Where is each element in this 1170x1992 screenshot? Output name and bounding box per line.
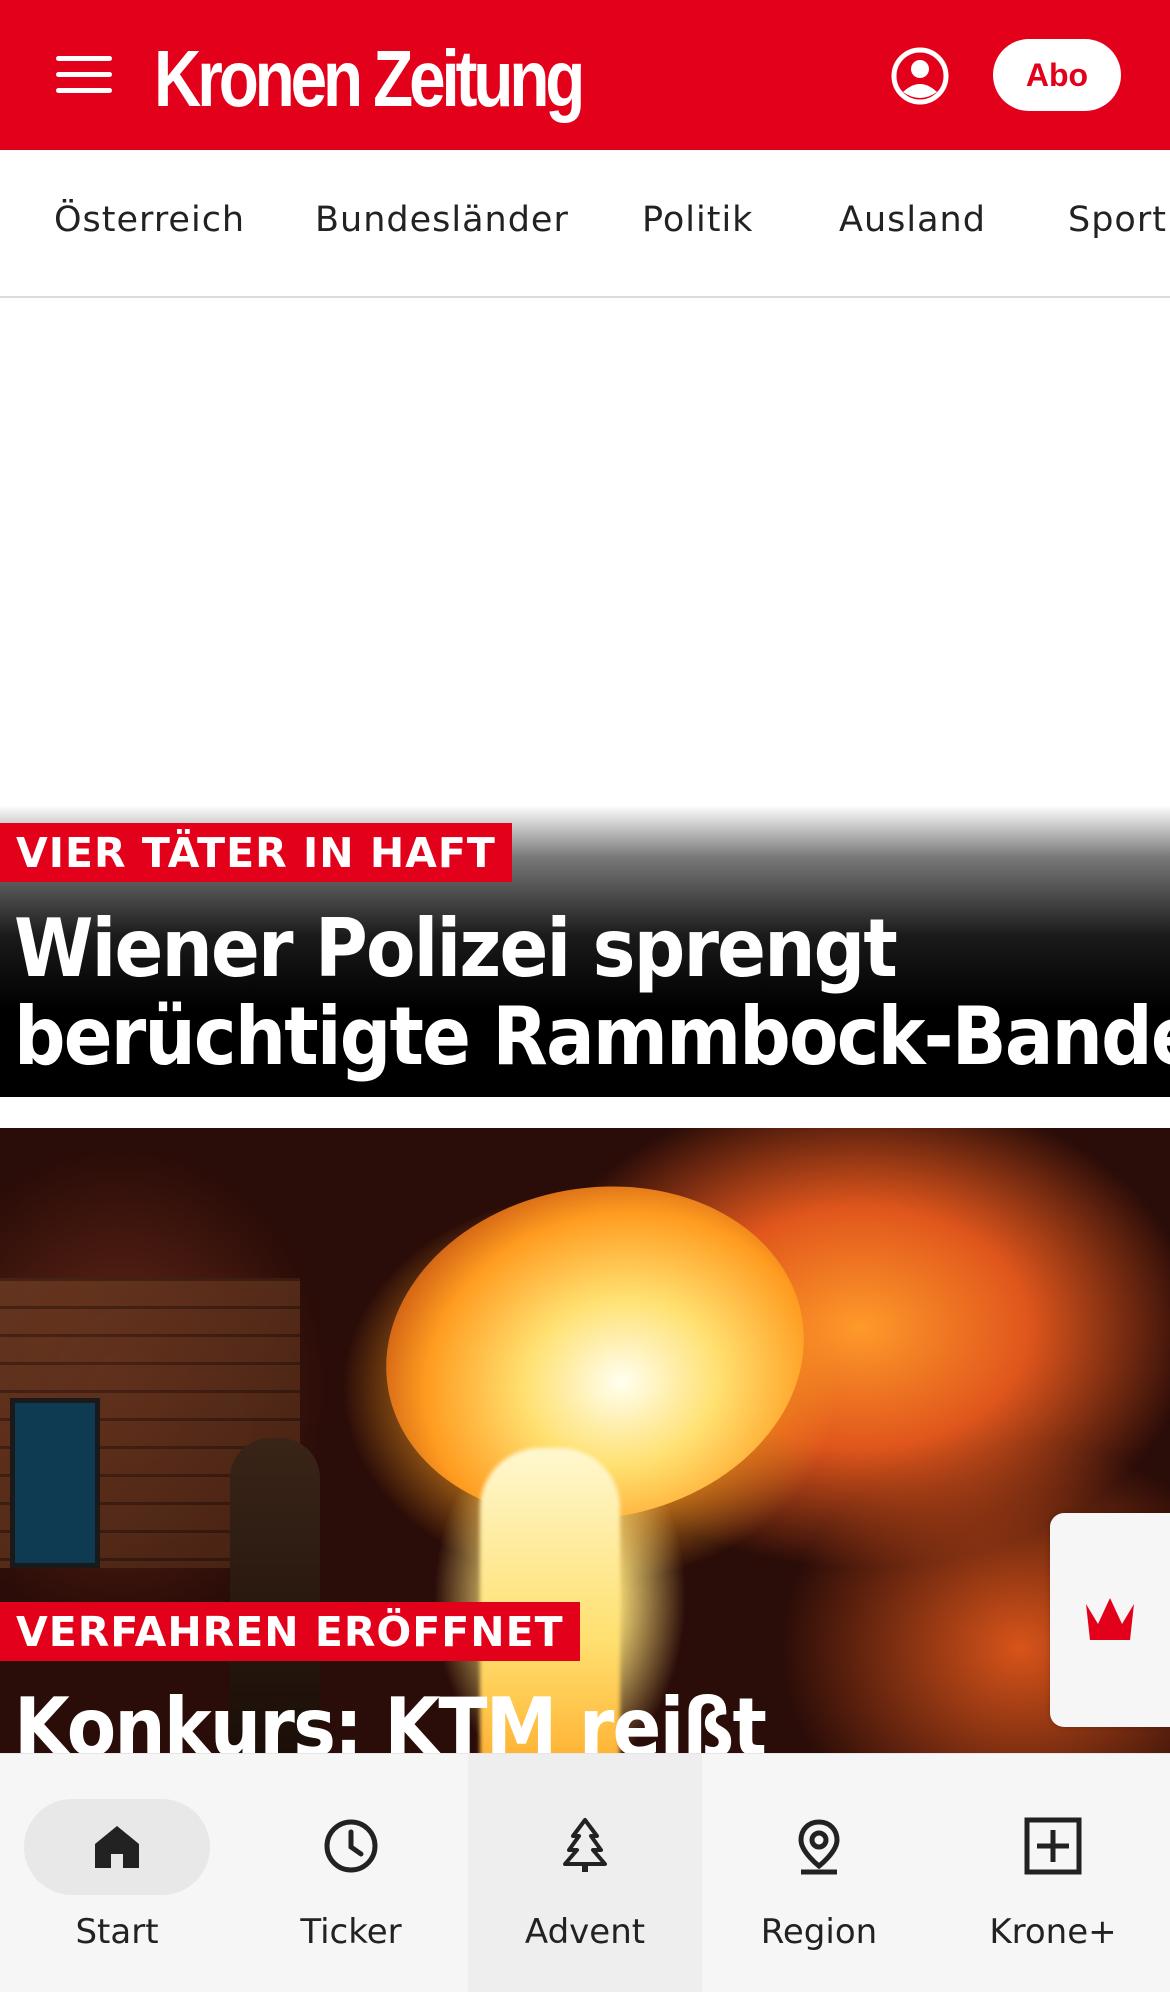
category-politik[interactable]: Politik [642, 200, 753, 240]
abo-button[interactable]: Abo [993, 39, 1121, 111]
nav-label: Krone+ [989, 1912, 1117, 1952]
article-card-1[interactable]: VIER TÄTER IN HAFT Wiener Polizei spreng… [0, 805, 1170, 1097]
category-sport[interactable]: Sport [1068, 200, 1167, 240]
bottom-navigation: Start Ticker Advent Region Krone+ [0, 1753, 1170, 1992]
nav-label: Start [75, 1912, 159, 1952]
nav-region[interactable]: Region [702, 1754, 936, 1992]
nav-ticker[interactable]: Ticker [234, 1754, 468, 1992]
nav-label: Ticker [300, 1912, 402, 1952]
location-pin-icon [798, 1819, 840, 1875]
nav-krone-plus[interactable]: Krone+ [936, 1754, 1170, 1992]
article-headline: Konkurs: KTM reißt [14, 1681, 767, 1754]
menu-icon[interactable] [56, 56, 112, 94]
nav-label: Region [760, 1912, 878, 1952]
category-nav: Österreich Bundesländer Politik Ausland … [0, 150, 1170, 298]
logo[interactable]: Kronen Zeitung [154, 34, 585, 124]
category-oesterreich[interactable]: Österreich [54, 200, 245, 240]
krone-crown-button[interactable] [1050, 1513, 1170, 1727]
article-image-window [10, 1398, 100, 1568]
clock-icon [324, 1819, 378, 1873]
article-card-2[interactable]: VERFAHREN ERÖFFNET Konkurs: KTM reißt [0, 1128, 1170, 1753]
article-headline: Wiener Polizei sprengt berüchtigte Rammb… [14, 905, 1170, 1081]
crown-icon [1086, 1598, 1134, 1640]
nav-start[interactable]: Start [0, 1754, 234, 1992]
user-account-icon[interactable] [890, 46, 950, 106]
article-kicker: VERFAHREN ERÖFFNET [0, 1602, 580, 1661]
plus-box-icon [1024, 1817, 1082, 1875]
top-app-bar: Kronen Zeitung Abo [0, 0, 1170, 150]
headline-line: Wiener Polizei sprengt [14, 902, 898, 995]
home-icon [95, 1826, 139, 1868]
tree-icon [563, 1818, 607, 1872]
headline-line: berüchtigte Rammbock-Bande [14, 990, 1170, 1083]
article-kicker: VIER TÄTER IN HAFT [0, 823, 512, 882]
headline-line: Konkurs: KTM reißt [14, 1681, 767, 1754]
ad-placeholder [0, 300, 1170, 810]
nav-label: Advent [524, 1912, 646, 1952]
category-ausland[interactable]: Ausland [839, 200, 986, 240]
nav-advent[interactable]: Advent [468, 1754, 702, 1992]
category-bundeslaender[interactable]: Bundesländer [315, 200, 569, 240]
